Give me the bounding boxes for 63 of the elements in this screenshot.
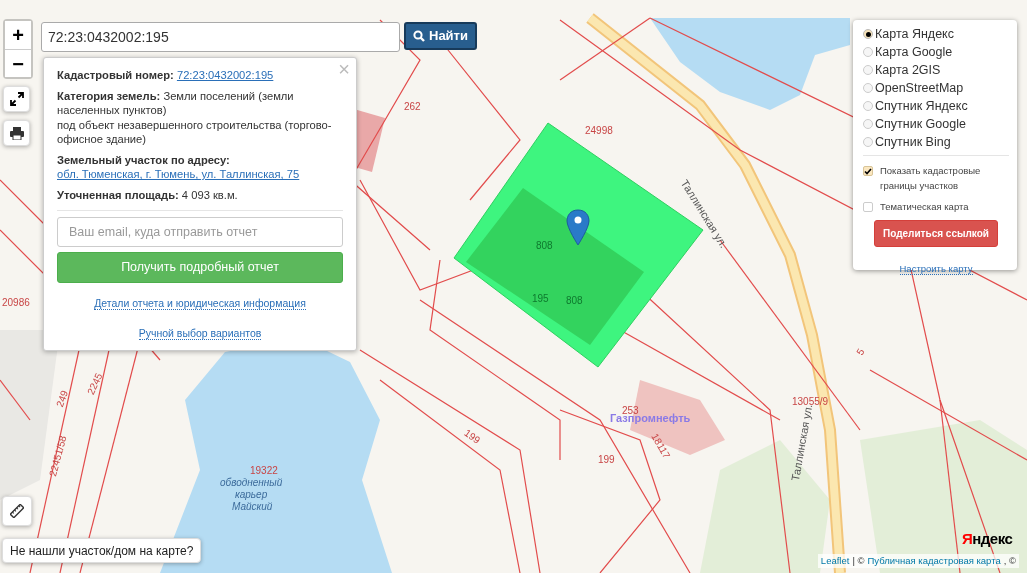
attribution-text: | © bbox=[852, 553, 865, 568]
not-found-button[interactable]: Не нашли участок/дом на карте? bbox=[2, 538, 202, 563]
zoom-out-button[interactable]: − bbox=[5, 49, 31, 77]
fullscreen-button[interactable] bbox=[3, 86, 30, 112]
map-pin-icon[interactable] bbox=[566, 209, 590, 246]
radio-button[interactable] bbox=[863, 29, 873, 39]
share-button[interactable]: Поделиться ссылкой bbox=[874, 220, 998, 247]
map-label: 253 bbox=[622, 406, 639, 416]
map-label: карьер bbox=[235, 490, 268, 500]
land-category-text: Категория земель: Земли поселений (земли населенных пунктов) под объект незавершенного строительства (торгово-офисное здание) bbox=[57, 88, 333, 147]
map-label: 5 bbox=[855, 347, 867, 357]
layer-option-label[interactable]: Карта Яндекс bbox=[875, 24, 954, 44]
checkbox[interactable] bbox=[863, 166, 873, 176]
map-provider-logo: Яндекс bbox=[962, 529, 1013, 549]
cadastral-number-link[interactable]: 72:23:0432002:195 bbox=[176, 69, 274, 81]
attribution-link[interactable]: Leaflet bbox=[820, 553, 850, 568]
layer-option-label[interactable]: Спутник Google bbox=[875, 114, 966, 134]
checkbox-label[interactable]: Показать кадастровые границы участков bbox=[880, 163, 1009, 193]
print-button[interactable] bbox=[3, 120, 30, 146]
map-label: 249 bbox=[55, 389, 71, 409]
map-label: 19322 bbox=[250, 466, 278, 476]
radio-button[interactable] bbox=[863, 137, 873, 147]
ruler-button[interactable] bbox=[2, 496, 32, 526]
layer-option-label[interactable]: Карта 2GIS bbox=[875, 60, 941, 80]
checkbox-label[interactable]: Тематическая карта bbox=[880, 199, 969, 214]
radio-button[interactable] bbox=[863, 101, 873, 111]
map-label: 199 bbox=[598, 455, 615, 465]
area-text: Уточненная площадь: 4 093 кв.м. bbox=[57, 187, 343, 211]
info-link[interactable]: Ручной выбор вариантов bbox=[138, 326, 262, 340]
layer-option-label[interactable]: Спутник Яндекс bbox=[875, 96, 968, 116]
layer-option-label[interactable]: Карта Google bbox=[875, 42, 953, 62]
settings-link[interactable]: Настроить карту bbox=[899, 263, 973, 275]
map-label: 262 bbox=[404, 102, 421, 112]
address-link[interactable]: обл. Тюменская, г. Тюмень, ул. Таллинская, 75 bbox=[57, 167, 343, 182]
cadastral-number-label: Кадастровый номер: bbox=[57, 69, 174, 81]
map-label: 24998 bbox=[585, 126, 613, 136]
map-label: 199 bbox=[462, 428, 482, 446]
layer-option-label[interactable]: Спутник Bing bbox=[875, 132, 951, 152]
radio-button[interactable] bbox=[863, 47, 873, 57]
radio-button[interactable] bbox=[863, 65, 873, 75]
radio-button[interactable] bbox=[863, 119, 873, 129]
search-field[interactable]: 72:23:0432002:195 bbox=[41, 22, 400, 52]
map-label: 195 bbox=[532, 294, 549, 304]
map-label: 808 bbox=[536, 241, 553, 251]
map-label: 20986 bbox=[2, 298, 30, 308]
map-label: обводненный bbox=[220, 478, 283, 488]
search-icon bbox=[413, 30, 425, 42]
map-label: 22451/58 bbox=[48, 434, 69, 478]
attribution-text: , © bbox=[1003, 553, 1016, 568]
map-label: Газпромнефть bbox=[610, 413, 691, 424]
map-label: Майский bbox=[232, 502, 273, 512]
radio-button[interactable] bbox=[863, 83, 873, 93]
layer-option-label[interactable]: OpenStreetMap bbox=[875, 78, 964, 98]
ruler-icon bbox=[10, 504, 24, 518]
info-link[interactable]: Детали отчета и юридическая информация bbox=[94, 297, 306, 310]
printer-icon bbox=[9, 126, 24, 140]
map-label: 808 bbox=[566, 296, 583, 306]
email-field[interactable]: Ваш email, куда отправить отчет bbox=[57, 217, 343, 247]
map-label: 2245 bbox=[86, 371, 105, 397]
address-label: Земельный участок по адресу: bbox=[57, 153, 230, 166]
attribution-link[interactable]: Публичная кадастровая карта bbox=[867, 553, 1001, 568]
search-button[interactable]: Найти bbox=[404, 22, 477, 50]
expand-icon bbox=[9, 92, 24, 106]
